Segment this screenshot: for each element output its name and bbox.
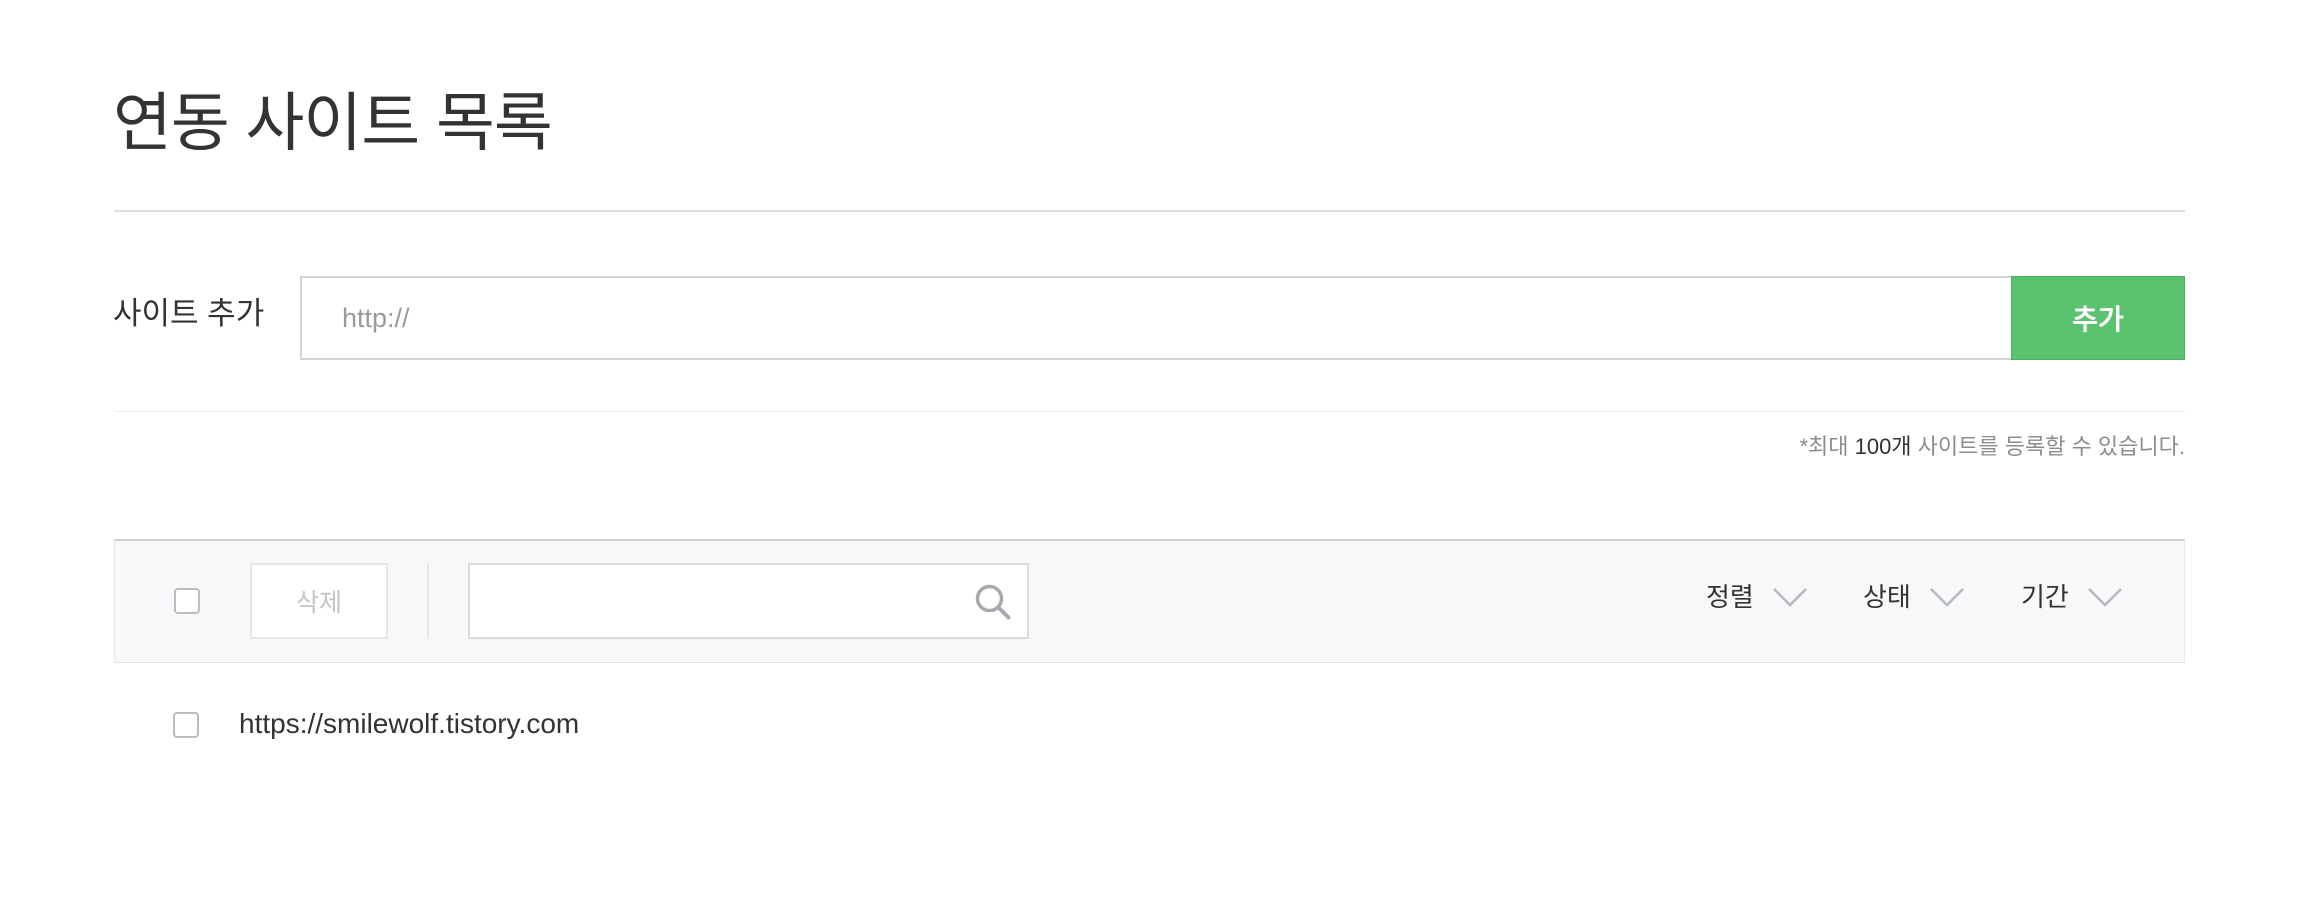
search-box (468, 563, 1029, 639)
chevron-down-icon (1772, 588, 1807, 607)
search-icon[interactable] (973, 582, 1013, 622)
list-toolbar: 삭제 정렬 상태 기간 (114, 539, 2185, 663)
toolbar-separator (427, 563, 429, 639)
site-url: https://smilewolf.tistory.com (239, 708, 580, 739)
site-row-checkbox[interactable] (173, 712, 199, 738)
chevron-down-icon (2087, 588, 2122, 607)
site-url-input[interactable] (300, 276, 2011, 360)
notice-suffix: 사이트를 등록할 수 있습니다. (1911, 434, 2185, 459)
sort-label: 정렬 (1706, 582, 1754, 612)
page-title: 연동 사이트 목록 (113, 87, 553, 159)
add-site-label: 사이트 추가 (113, 296, 265, 331)
search-input[interactable] (470, 565, 960, 637)
chevron-down-icon (1929, 588, 1964, 607)
site-limit-notice: *최대 100개 사이트를 등록할 수 있습니다. (1799, 432, 2185, 462)
period-label: 기간 (2021, 582, 2069, 612)
status-dropdown[interactable]: 상태 (1863, 575, 1965, 619)
delete-button[interactable]: 삭제 (250, 563, 388, 639)
period-dropdown[interactable]: 기간 (2021, 575, 2123, 619)
add-site-button[interactable]: 추가 (2011, 276, 2185, 360)
site-list-row: https://smilewolf.tistory.com (114, 690, 2185, 756)
status-label: 상태 (1863, 582, 1911, 612)
add-section-divider (114, 411, 2185, 412)
title-divider (114, 210, 2185, 212)
notice-count: 100개 (1854, 434, 1912, 459)
select-all-checkbox[interactable] (174, 588, 200, 614)
notice-prefix: *최대 (1799, 434, 1855, 459)
sort-dropdown[interactable]: 정렬 (1706, 575, 1808, 619)
